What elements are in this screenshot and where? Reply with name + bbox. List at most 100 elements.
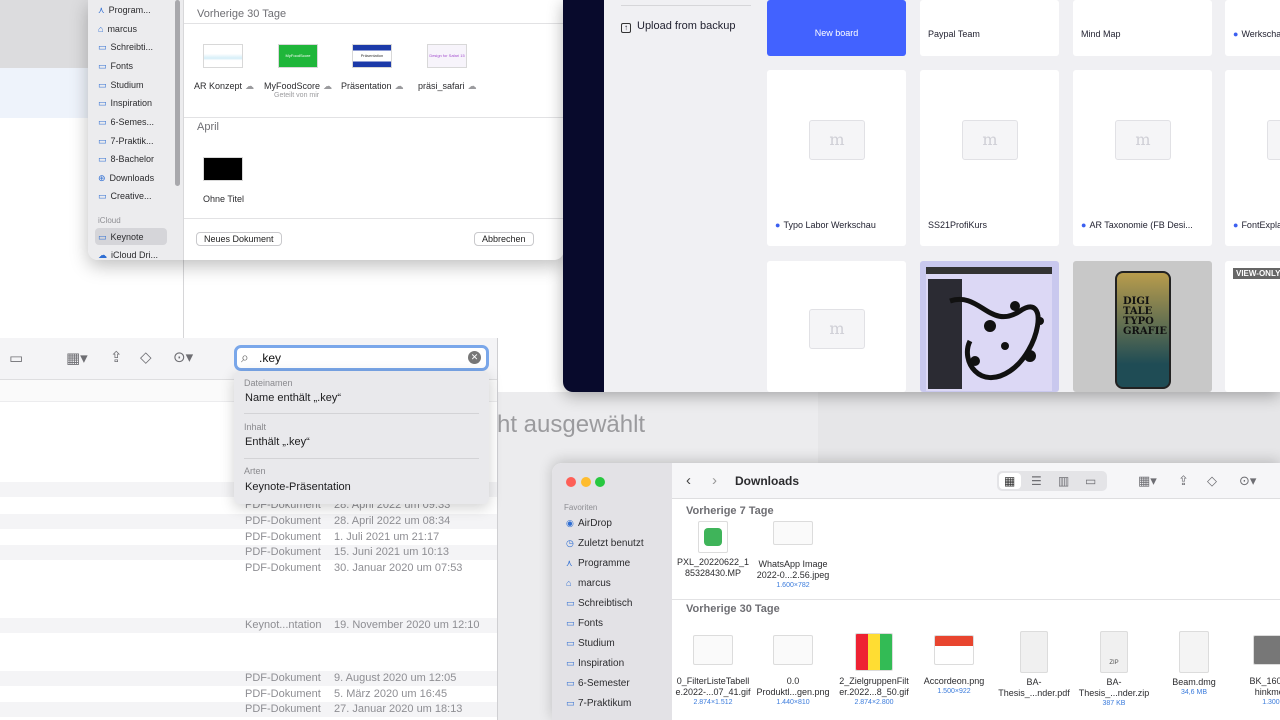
finder-toolbar: ‹ › Downloads ▦ ☰ ▥ ▭ ▦▾ ⇪ ◇ ⊙▾ [672,463,1280,499]
file-item[interactable]: WhatsApp Image 2022-0...2.56.jpeg 1.600×7… [754,521,832,590]
doc-thumbnail[interactable]: Präsentation [352,44,392,68]
file-item[interactable]: Accordeon.png 1.500×922 [915,635,993,696]
board-card[interactable]: Mind Map [1073,0,1212,56]
share-icon[interactable]: ⇪ [110,349,123,367]
table-row[interactable]: Keynot...ntation 19. November 2020 um 12:… [0,618,497,633]
list-view-icon[interactable]: ☰ [1031,472,1042,490]
back-icon[interactable]: ‹ [686,472,691,490]
tag-icon[interactable]: ◇ [1207,472,1217,490]
folder-icon: ▭ [98,61,107,71]
column-view-icon[interactable]: ▥ [1058,472,1069,490]
sidebar-item[interactable]: ▭ 7-Praktik... [98,136,154,147]
sidebar-item-fonts[interactable]: ▭ Fonts [566,618,603,629]
doc-label[interactable]: MyFoodScore ☁ [264,81,332,92]
search-input[interactable]: .key [259,351,281,365]
group-icon[interactable]: ▦▾ [1138,472,1157,490]
new-document-button[interactable]: Neues Dokument [196,232,282,246]
file-item[interactable]: BK_160704hinkmoto 1.300× [1234,635,1280,707]
file-item[interactable]: 0.0 Produktl...gen.png 1.440×810 [754,635,832,707]
board-card[interactable]: DIGI TALE TYPO GRAFIE [1073,261,1212,392]
suggestion-item[interactable]: Enthält „.key“ [245,436,310,448]
board-card[interactable]: m SS21ProfiKurs [920,70,1059,246]
sidebar-item[interactable]: ▭ Fonts [98,61,133,72]
table-row[interactable]: PDF-Dokument 5. März 2020 um 16:45 [0,687,497,702]
sidebar-item[interactable]: ▭ Creative... [98,191,152,202]
minimize-button[interactable] [581,477,591,487]
file-item[interactable]: 2_ZielgruppenFilt er.2022...8_50.gif 2.87… [835,633,913,707]
board-card[interactable]: m ● Typo Labor Werkschau [767,70,906,246]
file-item[interactable]: Beam.dmg 34,6 MB [1155,631,1233,697]
board-card[interactable]: Paypal Team [920,0,1059,56]
table-row[interactable]: PDF-Dokument 9. August 2020 um 12:05 [0,671,497,686]
miro-left-toolbar [563,0,604,392]
more-actions-icon[interactable]: ⊙▾ [173,349,193,367]
board-card[interactable]: m [767,261,906,392]
new-board-card[interactable]: New board [767,0,906,56]
board-card[interactable]: m●FontExpla [1225,70,1280,246]
search-field[interactable]: ⌕ .key ✕ [234,345,489,371]
file-item[interactable]: BA- Thesis_...nder.pdf [995,631,1073,699]
table-row[interactable]: PDF-Dokument 28. April 2022 um 08:34 [0,514,497,529]
sidebar-item[interactable]: ▭ Studium [98,80,144,91]
sidebar-item-icloud-drive[interactable]: ☁ iCloud Dri... [98,250,158,260]
table-row[interactable]: PDF-Dokument 27. Januar 2020 um 18:13 [0,702,497,717]
doc-label[interactable]: Ohne Titel [203,194,244,204]
sidebar-item[interactable]: ▭ Schreibti... [98,42,153,53]
sidebar-item-desktop[interactable]: ▭ Schreibtisch [566,598,632,609]
sidebar-item-inspiration[interactable]: ▭ Inspiration [566,658,624,669]
sidebar-item-studium[interactable]: ▭ Studium [566,638,615,649]
board-card[interactable]: VIEW-ONLY [1225,261,1280,392]
table-row[interactable]: PDF-Dokument 1. Juli 2021 um 21:17 [0,530,497,545]
table-row[interactable]: PDF-Dokument 30. Januar 2020 um 07:53 [0,561,497,576]
doc-thumbnail[interactable] [203,157,243,181]
file-item[interactable]: 0_FilterListeTabell e.2022-...07_41.gif 2… [674,635,752,707]
sidebar-item[interactable]: ▭ 8-Bachelor [98,154,154,165]
window-title: Downloads [735,474,800,488]
sidebar-scrollbar[interactable] [175,0,180,186]
sidebar-item[interactable]: ⋏ Program... [98,5,151,16]
gallery-view-icon[interactable]: ▭ [9,350,23,368]
tag-icon[interactable]: ◇ [140,349,152,367]
upload-from-backup-button[interactable]: ↑ Upload from backup [621,20,735,33]
icon-view-icon[interactable]: ▦ [1004,472,1015,490]
sidebar-item-keynote[interactable]: ▭ Keynote [98,232,144,243]
group-icon[interactable]: ▦▾ [66,350,88,368]
sidebar-item[interactable]: ▭ Inspiration [98,98,152,109]
sidebar-item[interactable]: ▭ 6-Semes... [98,117,154,128]
suggestion-item[interactable]: Name enthält „.key“ [245,392,341,404]
board-card[interactable]: ● Werkscha [1225,0,1280,56]
doc-thumbnail[interactable]: MyFoodScore [278,44,318,68]
doc-label[interactable]: AR Konzept ☁ [194,81,254,92]
zoom-button[interactable] [595,477,605,487]
board-card[interactable]: m ● AR Taxonomie (FB Desi... [1073,70,1212,246]
board-card[interactable] [920,261,1059,392]
sidebar-section-header: iCloud [98,216,121,225]
forward-icon[interactable]: › [712,472,717,490]
view-mode-switcher[interactable]: ▦ ☰ ▥ ▭ [997,471,1107,491]
divider [244,458,479,459]
cancel-button[interactable]: Abbrechen [474,232,534,246]
sidebar-item-6-semester[interactable]: ▭ 6-Semester [566,678,630,689]
doc-thumbnail[interactable] [203,44,243,68]
doc-label[interactable]: Präsentation ☁ [341,81,404,92]
file-item[interactable]: ZIP BA- Thesis_...nder.zip 387 KB [1075,631,1153,708]
share-icon[interactable]: ⇪ [1178,472,1189,490]
clear-search-icon[interactable]: ✕ [468,351,481,364]
doc-thumbnail[interactable]: Design for Safari 15 [427,44,467,68]
sidebar-item[interactable]: ⊕ Downloads [98,173,154,184]
divider [244,413,479,414]
sidebar-item[interactable]: ⌂ marcus [98,24,137,34]
table-row[interactable]: PDF-Dokument 15. Juni 2021 um 10:13 [0,545,497,560]
cloud-icon: ☁ [245,81,255,91]
suggestion-item[interactable]: Keynote-Präsentation [245,481,351,493]
file-item[interactable]: PXL_20220622_1 85328430.MP [674,521,752,579]
sidebar-item-7-praktikum[interactable]: ▭ 7-Praktikum [566,698,631,709]
sidebar-item-recents[interactable]: ◷ Zuletzt benutzt [566,538,644,549]
sidebar-item-home[interactable]: ⌂ marcus [566,578,611,589]
sidebar-item-airdrop[interactable]: ◉ AirDrop [566,518,612,529]
gallery-view-icon[interactable]: ▭ [1085,472,1096,490]
close-button[interactable] [566,477,576,487]
sidebar-item-applications[interactable]: ⋏ Programme [566,558,630,569]
more-actions-icon[interactable]: ⊙▾ [1239,472,1256,490]
doc-label[interactable]: präsi_safari ☁ [418,81,477,92]
